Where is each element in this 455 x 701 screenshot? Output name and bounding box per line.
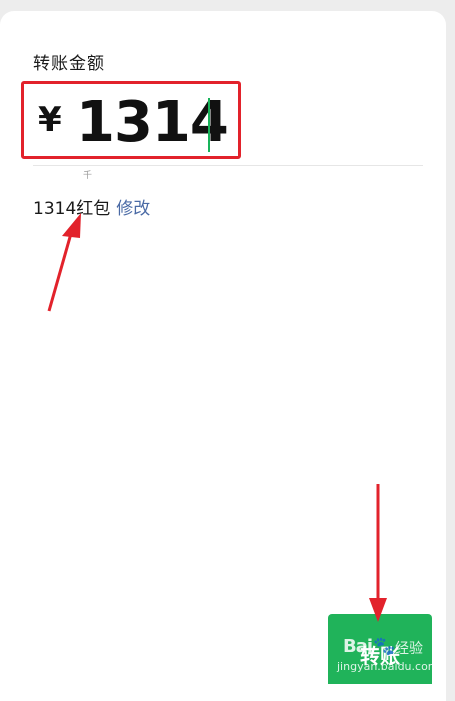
arrow-to-red-packet-head (62, 213, 81, 238)
arrow-to-red-packet-line (47, 229, 74, 312)
annotation-arrows (47, 213, 387, 622)
arrow-to-button-head (369, 598, 387, 622)
